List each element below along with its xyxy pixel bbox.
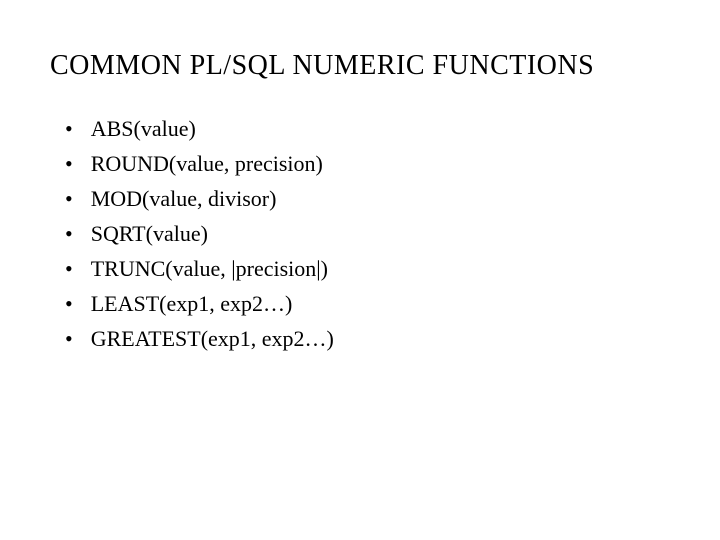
bullet-icon: • [65, 252, 73, 285]
bullet-icon: • [65, 287, 73, 320]
bullet-icon: • [65, 147, 73, 180]
list-item-text: ROUND(value, precision) [91, 147, 323, 180]
bullet-icon: • [65, 182, 73, 215]
list-item: • GREATEST(exp1, exp2…) [65, 322, 680, 355]
list-item: • ABS(value) [65, 112, 680, 145]
list-item: • TRUNC(value, |precision|) [65, 252, 680, 285]
bullet-icon: • [65, 322, 73, 355]
list-item: • SQRT(value) [65, 217, 680, 250]
list-item-text: SQRT(value) [91, 217, 208, 250]
list-item-text: GREATEST(exp1, exp2…) [91, 322, 334, 355]
list-item-text: TRUNC(value, |precision|) [91, 252, 328, 285]
list-item-text: ABS(value) [91, 112, 196, 145]
bullet-icon: • [65, 217, 73, 250]
list-item: • MOD(value, divisor) [65, 182, 680, 215]
slide-title: COMMON PL/SQL NUMERIC FUNCTIONS [50, 50, 680, 82]
list-item: • ROUND(value, precision) [65, 147, 680, 180]
function-list: • ABS(value) • ROUND(value, precision) •… [50, 112, 680, 355]
list-item-text: LEAST(exp1, exp2…) [91, 287, 293, 320]
bullet-icon: • [65, 112, 73, 145]
list-item: • LEAST(exp1, exp2…) [65, 287, 680, 320]
list-item-text: MOD(value, divisor) [91, 182, 277, 215]
